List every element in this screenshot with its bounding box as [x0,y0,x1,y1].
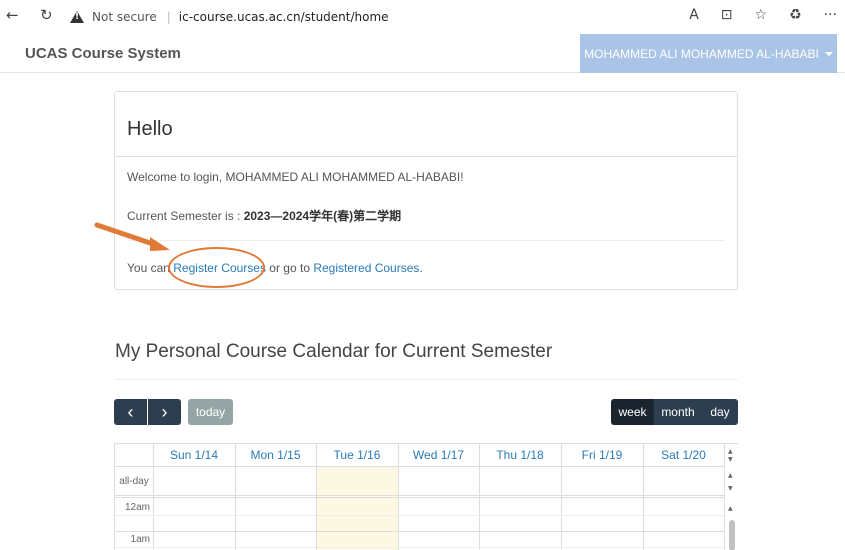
today-group: today [188,399,233,425]
scroll-up-icon[interactable]: ▲ [728,472,733,479]
calendar-divider [115,379,738,380]
calendar-grid: Sun 1/14 Mon 1/15 Tue 1/16 Wed 1/17 Thu … [114,443,738,550]
day-header-thu[interactable]: Thu 1/18 [479,448,561,462]
panel-divider [115,156,737,157]
semester-value: 2023—2024学年(春)第二学期 [243,209,402,223]
scroll-down-icon[interactable]: ▼ [728,456,733,463]
time-slot-label: 1am [130,534,150,545]
app-navbar: UCAS Course System MOHAMMED ALI MOHAMMED… [0,34,845,73]
annotation-circle [168,247,265,288]
refresh-icon[interactable]: ↻ [40,6,53,24]
day-header-sat[interactable]: Sat 1/20 [643,448,724,462]
semester-prefix: Current Semester is : [127,209,244,223]
scroll-up-icon[interactable]: ▲ [728,448,733,455]
day-header-sun[interactable]: Sun 1/14 [153,448,235,462]
address-separator: | [166,10,171,24]
back-arrow-icon[interactable]: ← [6,6,19,24]
grid-row-line [115,466,724,467]
grid-row-line [115,531,724,532]
prev-button[interactable]: ‹ [114,399,147,425]
today-button[interactable]: today [188,399,233,425]
user-menu-button[interactable]: MOHAMMED ALI MOHAMMED AL-HABABI [580,34,837,73]
grid-row-line [115,497,724,498]
browser-actions: A ⊡ ☆ ♻ ··· [689,7,837,23]
week-view-button[interactable]: week [611,399,654,425]
welcome-text: Welcome to login, MOHAMMED ALI MOHAMMED … [127,170,464,184]
annotation-arrow-icon [94,222,170,251]
more-options-icon[interactable]: ··· [824,7,837,23]
scroll-down-icon[interactable]: ▼ [728,485,733,492]
action-middle: or go to [265,261,314,275]
grid-row-line [115,495,724,496]
day-header-mon[interactable]: Mon 1/15 [235,448,316,462]
time-slot-label: 12am [124,502,150,513]
scroll-up-icon[interactable]: ▲ [728,505,733,512]
month-view-button[interactable]: month [654,399,702,425]
read-aloud-icon[interactable]: A [689,7,699,23]
day-header-tue[interactable]: Tue 1/16 [316,448,398,462]
extensions-icon[interactable]: ♻ [789,7,802,23]
calendar-title: My Personal Course Calendar for Current … [115,341,553,362]
security-label[interactable]: Not secure [92,10,157,24]
brand-title[interactable]: UCAS Course System [25,45,181,62]
panel-title: Hello [127,118,173,140]
day-view-button[interactable]: day [702,399,738,425]
grid-col-line [724,444,725,550]
caret-down-icon [824,51,833,56]
action-suffix: . [419,261,423,275]
day-header-fri[interactable]: Fri 1/19 [561,448,643,462]
calendar-nav-group: ‹ › [114,399,181,425]
next-button[interactable]: › [148,399,181,425]
scrollbar-thumb[interactable] [729,520,735,550]
favorites-icon[interactable]: ☆ [755,7,768,23]
registered-courses-link[interactable]: Registered Courses [313,261,419,275]
split-screen-icon[interactable]: ⊡ [721,7,733,23]
grid-row-line [115,515,724,516]
warning-icon [70,11,84,23]
inner-divider [127,240,725,241]
action-prefix: You can [127,261,174,275]
allday-label: all-day [119,476,149,487]
view-switcher: week month day [611,399,738,425]
address-bar[interactable]: Not secure | ic-course.ucas.ac.cn/studen… [70,6,389,28]
url-text[interactable]: ic-course.ucas.ac.cn/student/home [179,10,389,24]
day-header-wed[interactable]: Wed 1/17 [398,448,479,462]
browser-toolbar: ← ↻ Not secure | ic-course.ucas.ac.cn/st… [0,0,845,34]
user-name: MOHAMMED ALI MOHAMMED AL-HABABI [584,46,819,61]
today-column-highlight [317,467,398,550]
grid-row-line [115,547,724,548]
